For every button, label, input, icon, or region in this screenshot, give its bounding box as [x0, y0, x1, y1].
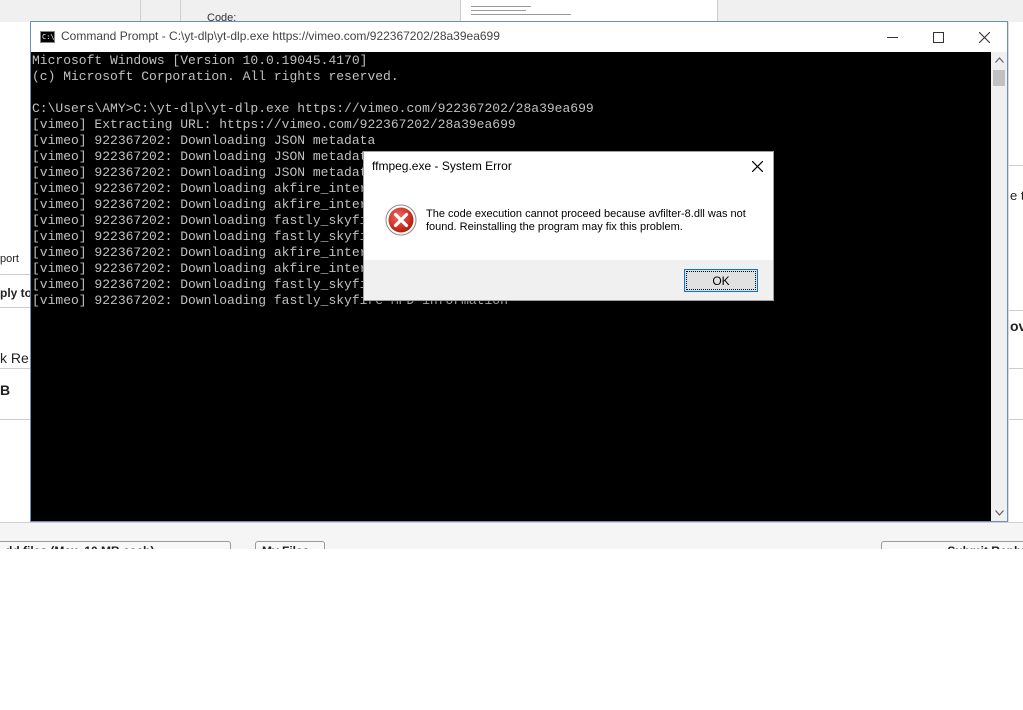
- toolbar-divider: [140, 0, 141, 22]
- background-toolbar: Code:: [0, 0, 1023, 24]
- document-thumbnail: [460, 0, 718, 22]
- dialog-footer: OK: [364, 260, 773, 300]
- console-line: [vimeo] Extracting URL: https://vimeo.co…: [32, 117, 516, 132]
- divider: [1009, 368, 1023, 369]
- divider: [0, 419, 31, 420]
- chevron-down-icon: [994, 510, 1004, 516]
- ok-button[interactable]: OK: [684, 269, 758, 292]
- close-icon: [751, 160, 763, 172]
- cmd-titlebar[interactable]: C:\ Command Prompt - C:\yt-dlp\yt-dlp.ex…: [31, 22, 1007, 52]
- scroll-up-button[interactable]: [991, 52, 1007, 68]
- scroll-down-button[interactable]: [991, 505, 1007, 521]
- error-icon: [385, 204, 417, 236]
- background-right-panel: e t ov: [1008, 22, 1023, 522]
- submit-reply-button[interactable]: Submit Reply: [881, 541, 1023, 549]
- background-footer: dd files (Max. 10 MB each) My Files Subm…: [0, 522, 1023, 549]
- console-line: Microsoft Windows [Version 10.0.19045.41…: [32, 53, 368, 68]
- console-line: (c) Microsoft Corporation. All rights re…: [32, 69, 399, 84]
- bold-button[interactable]: B: [0, 382, 10, 398]
- divider: [1009, 165, 1023, 166]
- cmd-app-icon[interactable]: C:\: [40, 31, 55, 43]
- apply-to-label[interactable]: ply to: [0, 286, 32, 300]
- minimize-icon: [886, 36, 898, 38]
- cmd-window-title: Command Prompt - C:\yt-dlp\yt-dlp.exe ht…: [61, 29, 500, 43]
- chevron-up-icon: [994, 57, 1004, 63]
- background-text: k Re: [0, 350, 29, 366]
- divider: [0, 307, 31, 308]
- divider: [0, 368, 31, 369]
- scrollbar-thumb[interactable]: [993, 70, 1005, 86]
- divider: [1009, 310, 1023, 311]
- console-line: C:\Users\AMY>C:\yt-dlp\yt-dlp.exe https:…: [32, 101, 594, 116]
- close-button[interactable]: [961, 22, 1007, 52]
- my-files-button[interactable]: My Files: [255, 541, 325, 549]
- thumbnail-line: [471, 6, 531, 7]
- maximize-icon: [932, 31, 944, 43]
- background-text: port: [0, 253, 19, 265]
- divider: [1009, 419, 1023, 420]
- thumbnail-line: [471, 10, 526, 11]
- background-left-panel: port ply to k Re B: [0, 22, 32, 522]
- add-files-button[interactable]: dd files (Max. 10 MB each): [0, 541, 231, 549]
- vertical-scrollbar[interactable]: [991, 52, 1007, 521]
- toolbar-divider: [180, 0, 181, 22]
- dialog-close-button[interactable]: [741, 152, 773, 180]
- console-line: [vimeo] 922367202: Downloading JSON meta…: [32, 133, 376, 148]
- close-icon: [978, 31, 990, 43]
- maximize-button[interactable]: [915, 22, 961, 52]
- ok-button-label: OK: [686, 271, 756, 290]
- divider: [0, 274, 31, 275]
- dialog-message: The code execution cannot proceed becaus…: [426, 208, 746, 233]
- minimize-button[interactable]: [869, 22, 915, 52]
- background-button[interactable]: ov: [1010, 318, 1023, 334]
- system-error-dialog[interactable]: ffmpeg.exe - System Error The code execu…: [363, 151, 774, 301]
- thumbnail-line: [471, 14, 571, 15]
- background-text: e t: [1010, 188, 1023, 203]
- dialog-title: ffmpeg.exe - System Error: [372, 159, 512, 173]
